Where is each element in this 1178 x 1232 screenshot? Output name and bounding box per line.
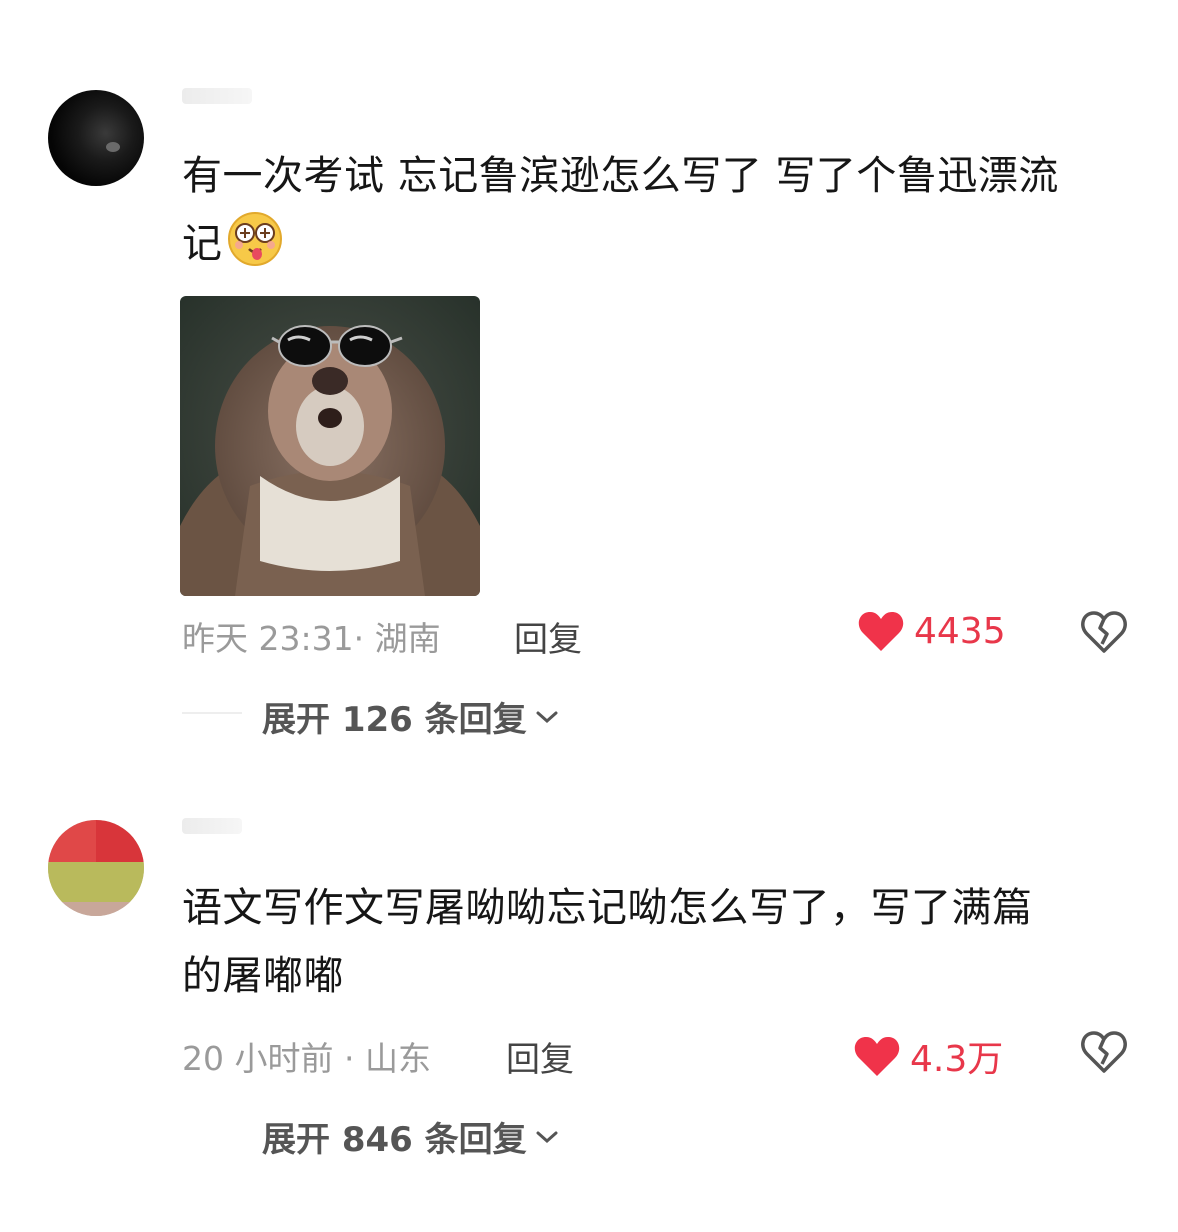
heart-icon [854, 1037, 900, 1076]
like-button[interactable]: 4.3万 [854, 1030, 1003, 1082]
comment-item: 语文写作文写屠呦呦忘记呦怎么写了，写了满篇 的屠嘟嘟 20 小时前 · 山东 回… [0, 0, 1178, 1232]
chevron-down-icon [536, 1131, 558, 1143]
broken-heart-icon[interactable] [1080, 1028, 1128, 1076]
like-count: 4.3万 [910, 1039, 1004, 1080]
comment-meta: 20 小时前 · 山东 [182, 1039, 431, 1078]
username-blurred [182, 818, 242, 834]
expand-replies-button[interactable]: 展开 846 条回复 [262, 1112, 559, 1161]
comment-text: 语文写作文写屠呦呦忘记呦怎么写了，写了满篇 的屠嘟嘟 [182, 885, 1033, 999]
reply-button[interactable]: 回复 [506, 1032, 574, 1081]
avatar[interactable] [48, 820, 144, 916]
